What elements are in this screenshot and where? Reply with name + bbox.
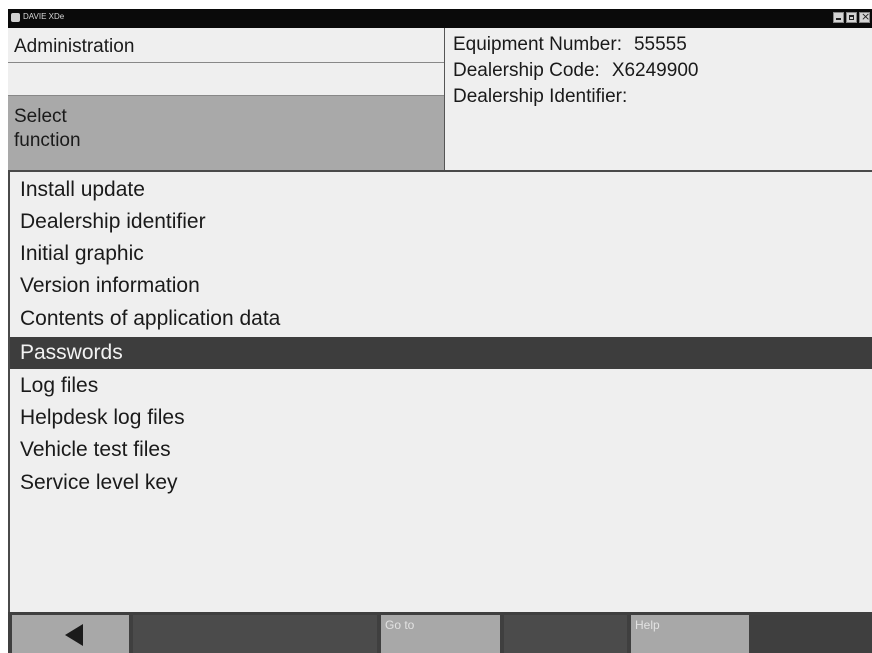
title-bar: DAVIE XDe — [8, 9, 872, 28]
menu-item-initial-graphic[interactable]: Initial graphic — [10, 238, 872, 270]
minimize-icon[interactable] — [833, 12, 844, 23]
help-button[interactable]: Help — [631, 615, 749, 653]
app-icon — [11, 13, 20, 22]
app-window: DAVIE XDe Administration Select function… — [8, 9, 872, 653]
menu-item-service-level-key[interactable]: Service level key — [10, 467, 872, 499]
goto-label: Go to — [385, 618, 415, 632]
help-label: Help — [635, 618, 660, 632]
dealership-code-value: X6249900 — [611, 60, 699, 81]
dealership-code-label: Dealership Code: — [453, 60, 600, 81]
dealership-identifier-row: Dealership Identifier: — [453, 84, 698, 110]
equipment-number-row: Equipment Number: 55555 — [453, 32, 698, 58]
dealership-code-row: Dealership Code: X6249900 — [453, 58, 698, 84]
footer-spacer — [133, 615, 377, 653]
prompt-box: Select function — [8, 96, 444, 170]
footer-toolbar: Go to Help — [8, 612, 872, 653]
close-icon[interactable] — [859, 10, 870, 23]
window-controls — [833, 10, 870, 23]
menu-item-passwords[interactable]: Passwords — [10, 337, 872, 369]
prompt-line-1: Select — [14, 106, 67, 127]
dealership-identifier-label: Dealership Identifier: — [453, 86, 628, 107]
menu-item-contents-of-application-data[interactable]: Contents of application data — [10, 303, 872, 335]
prompt-line-2: function — [14, 130, 81, 151]
goto-button[interactable]: Go to — [381, 615, 500, 653]
menu-item-helpdesk-log-files[interactable]: Helpdesk log files — [10, 402, 872, 434]
menu-item-vehicle-test-files[interactable]: Vehicle test files — [10, 434, 872, 466]
function-menu: Install update Dealership identifier Ini… — [8, 172, 872, 612]
header-panel: Administration Select function Equipment… — [8, 28, 872, 172]
header-left-panel: Administration Select function — [8, 28, 445, 170]
back-button[interactable] — [12, 615, 129, 653]
equipment-number-value: 55555 — [633, 34, 687, 55]
window-title: DAVIE XDe — [23, 12, 65, 21]
menu-item-version-information[interactable]: Version information — [10, 270, 872, 302]
menu-item-log-files[interactable]: Log files — [10, 370, 872, 402]
left-arrow-icon — [65, 624, 83, 646]
maximize-icon[interactable] — [846, 12, 857, 23]
empty-status-row — [8, 63, 444, 96]
equipment-number-label: Equipment Number: — [453, 34, 622, 55]
menu-item-install-update[interactable]: Install update — [10, 174, 872, 206]
footer-spacer — [504, 615, 627, 653]
menu-item-dealership-identifier[interactable]: Dealership identifier — [10, 206, 872, 238]
section-title: Administration — [8, 28, 444, 63]
equipment-info: Equipment Number: 55555 Dealership Code: X… — [453, 32, 698, 110]
